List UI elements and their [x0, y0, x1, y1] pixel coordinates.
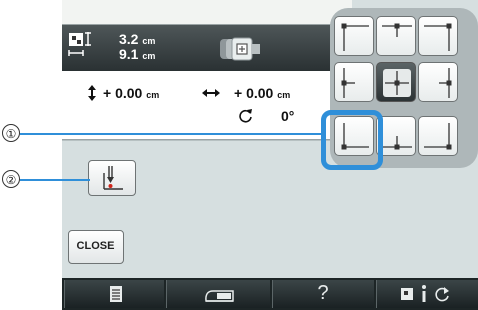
left-right-arrow-icon: [202, 89, 220, 97]
start-middle-right-button[interactable]: [418, 62, 458, 102]
top-center-point-icon: [382, 23, 412, 37]
help-label: ?: [317, 282, 329, 304]
center-point-icon: [383, 69, 411, 97]
middle-left-point-icon: [341, 68, 355, 98]
start-bottom-right-button[interactable]: [418, 116, 458, 156]
needle-icon: [103, 166, 123, 190]
top-right-point-icon: [424, 23, 452, 51]
list-button[interactable]: [64, 280, 164, 308]
start-top-right-button[interactable]: [418, 16, 458, 56]
top-left-point-icon: [341, 23, 369, 51]
info-icon: [422, 285, 426, 302]
height-unit: cm: [142, 36, 156, 46]
bottom-center-point-icon: [382, 136, 412, 150]
height-value: 3.2: [119, 31, 139, 47]
angle-value: 0°: [281, 108, 295, 124]
width-readout: 9.1 cm: [119, 46, 155, 62]
refresh-icon: [435, 287, 449, 302]
machine-button[interactable]: [166, 280, 270, 308]
width-unit: cm: [142, 51, 156, 61]
start-middle-left-button[interactable]: [334, 62, 374, 102]
horizontal-offset: + 0.00 cm: [234, 85, 290, 101]
position-panel: + 0.00 cm + 0.00 cm 0°: [62, 71, 330, 141]
start-center-button[interactable]: [376, 62, 416, 102]
embroidery-size-icon: [68, 32, 91, 56]
vertical-offset-unit: cm: [146, 90, 160, 100]
page-icon: [110, 286, 122, 302]
callout-1-marker: ①: [2, 124, 20, 142]
size-info-bar: 3.2 cm 9.1 cm: [62, 25, 330, 71]
needle-point-button[interactable]: [88, 160, 136, 196]
width-value: 9.1: [119, 46, 139, 62]
selection-highlight: [321, 110, 383, 170]
close-button[interactable]: CLOSE: [68, 230, 124, 264]
start-top-left-button[interactable]: [334, 16, 374, 56]
up-down-arrow-icon: [88, 85, 96, 101]
frame-icon: [220, 37, 260, 61]
help-button[interactable]: ?: [272, 280, 374, 308]
callout-2-line: [20, 179, 90, 181]
horizontal-offset-unit: cm: [277, 90, 291, 100]
vertical-offset-value: + 0.00: [103, 85, 143, 101]
bottom-right-point-icon: [424, 123, 452, 150]
settings-button[interactable]: [376, 280, 478, 308]
top-strip: [62, 0, 352, 24]
start-top-center-button[interactable]: [376, 16, 416, 56]
callout-1-line: [20, 133, 326, 135]
callout-2-marker: ②: [2, 170, 20, 188]
sewing-machine-icon: [205, 290, 234, 302]
height-readout: 3.2 cm: [119, 31, 155, 47]
settings-icon: [401, 288, 413, 300]
middle-right-point-icon: [439, 68, 452, 98]
vertical-offset: + 0.00 cm: [103, 85, 159, 101]
rotate-icon: [239, 109, 252, 123]
horizontal-offset-value: + 0.00: [234, 85, 274, 101]
close-button-label: CLOSE: [76, 240, 115, 252]
